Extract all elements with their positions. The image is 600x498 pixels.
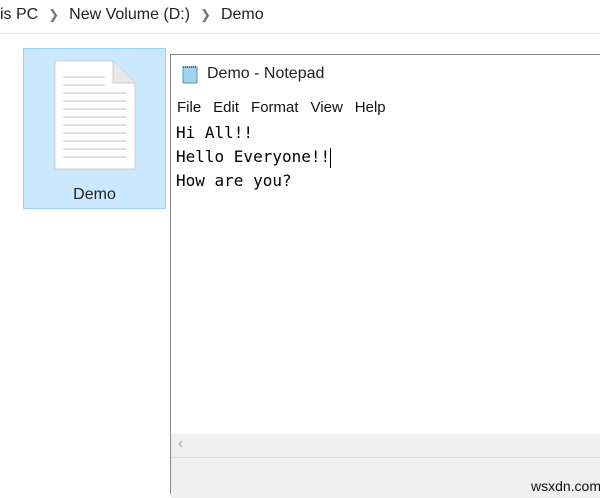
text-caret (330, 147, 332, 168)
horizontal-scrollbar[interactable]: ‹ (171, 434, 600, 458)
text-line: Hello Everyone!! (176, 147, 331, 166)
notepad-icon (182, 66, 198, 84)
menu-format[interactable]: Format (251, 99, 299, 116)
file-item-demo[interactable]: Demo (23, 48, 166, 209)
text-line: Hi All!! (176, 123, 254, 142)
menu-file[interactable]: File (177, 99, 201, 116)
breadcrumb: is PC ❯ New Volume (D:) ❯ Demo (0, 0, 264, 30)
chevron-right-icon[interactable]: ❯ (48, 7, 59, 23)
text-line: How are you? (176, 171, 292, 190)
status-bar: wsxdn.com (171, 458, 600, 498)
breadcrumb-demo[interactable]: Demo (221, 6, 264, 24)
title-bar[interactable]: Demo - Notepad (171, 55, 600, 93)
text-file-icon (54, 60, 136, 170)
breadcrumb-new-volume[interactable]: New Volume (D:) (69, 6, 190, 24)
notepad-window: Demo - Notepad File Edit Format View Hel… (170, 54, 600, 498)
breadcrumb-this-pc[interactable]: is PC (0, 6, 38, 24)
menu-bar: File Edit Format View Help (171, 93, 600, 121)
scroll-left-icon[interactable]: ‹ (178, 435, 183, 453)
window-title: Demo - Notepad (207, 65, 325, 82)
file-label: Demo (73, 186, 116, 203)
text-editor[interactable]: Hi All!! Hello Everyone!! How are you? (171, 121, 600, 193)
menu-edit[interactable]: Edit (213, 99, 239, 116)
menu-help[interactable]: Help (355, 99, 386, 116)
watermark: wsxdn.com (530, 478, 600, 494)
chevron-right-icon[interactable]: ❯ (200, 7, 211, 23)
divider (0, 33, 600, 34)
menu-view[interactable]: View (311, 99, 343, 116)
